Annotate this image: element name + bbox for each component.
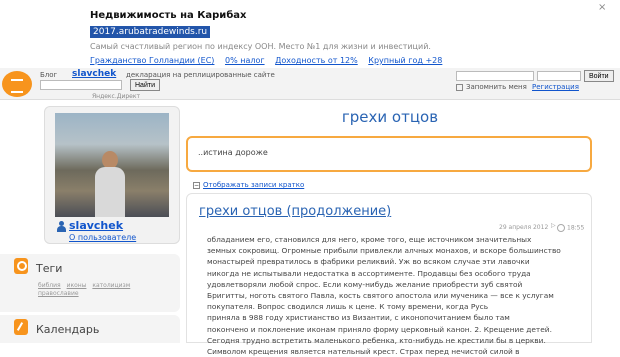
post-line: монастырей превратилось в фабрики реликв… <box>207 257 530 267</box>
collapse-icon[interactable]: − <box>193 181 200 189</box>
calendar-panel: Календарь <box>0 315 180 343</box>
epigraph-box: ..истина дороже <box>186 136 592 172</box>
expand-icon[interactable]: ▷ <box>551 222 556 229</box>
post-body: обладанием его, становился для него, кро… <box>207 234 583 357</box>
collapse-link[interactable]: Отображать записи кратко <box>203 181 304 189</box>
yandex-direct-label: Яндекс.Директ <box>92 93 140 100</box>
calendar-icon <box>14 319 28 335</box>
post-line: Бригитты, ноготь святого Павла, кость св… <box>207 291 554 301</box>
calendar-title: Календарь <box>36 323 100 336</box>
post-date: 29 апреля 2012 <box>499 224 549 231</box>
search-button[interactable]: Найти <box>130 79 160 91</box>
avatar-body <box>95 167 125 217</box>
login-input[interactable] <box>456 71 534 81</box>
remember-label: Запомнить меня <box>466 83 527 91</box>
remember-checkbox[interactable] <box>456 83 463 91</box>
post-line: Символом крещения является нательный кре… <box>207 347 520 357</box>
register-link[interactable]: Регистрация <box>532 83 579 91</box>
post-line: покончено и поклонение иконам приняло фо… <box>207 324 552 334</box>
ad-banner[interactable]: Недвижимость на Карибах 2017.arubatradew… <box>0 0 620 68</box>
ad-link[interactable]: Доходность от 12% <box>275 56 358 65</box>
tag-list: библия иконы католицизм православие <box>38 282 168 298</box>
ad-links: Гражданство Голландии (ЕС) 0% налог Дохо… <box>90 56 450 65</box>
user-icon <box>57 221 66 233</box>
avatar[interactable] <box>55 113 169 217</box>
site-logo-icon[interactable] <box>2 71 32 97</box>
tag-item[interactable]: библия <box>38 282 61 289</box>
blog-label: Блог <box>40 71 58 79</box>
epigraph-text: ..истина дороже <box>198 148 268 157</box>
post-line: обладанием его, становился для него, кро… <box>207 235 532 244</box>
ad-url[interactable]: 2017.arubatradewinds.ru <box>90 26 211 38</box>
post-line: приняла в 988 году христианство из Визан… <box>207 313 510 323</box>
page-title: грехи отцов <box>341 108 439 126</box>
post-line: удовлетворяли любой спрос. Если кому-ниб… <box>207 279 523 289</box>
tags-panel: Теги библия иконы католицизм православие <box>0 254 180 312</box>
author-link[interactable]: slavchek <box>72 69 116 79</box>
profile-card: slavchek О пользователе <box>44 106 180 244</box>
post-title[interactable]: грехи отцов (продолжение) <box>199 204 391 219</box>
tag-item[interactable]: католицизм <box>92 282 130 289</box>
declaration-text: декларация на реплицированные сайте <box>126 71 275 79</box>
about-user-link[interactable]: О пользователе <box>69 233 136 242</box>
collapse-toggle[interactable]: − Отображать записи кратко <box>193 181 304 189</box>
tag-item[interactable]: православие <box>38 290 79 297</box>
tag-icon <box>14 258 28 274</box>
ad-title[interactable]: Недвижимость на Карибах <box>90 10 247 21</box>
tags-title: Теги <box>36 262 63 275</box>
blog-post: грехи отцов (продолжение) 29 апреля 2012… <box>186 193 592 356</box>
post-time: 18:55 <box>557 224 584 232</box>
password-input[interactable] <box>537 71 581 81</box>
ad-link[interactable]: Крупный год +28 <box>368 56 442 65</box>
username-link[interactable]: slavchek <box>69 219 123 232</box>
ad-link[interactable]: Гражданство Голландии (ЕС) <box>90 56 214 65</box>
top-bar: Блог slavchek декларация на реплицирован… <box>0 68 620 100</box>
ad-description: Самый счастливый регион по индексу ООН. … <box>90 42 431 51</box>
post-line: Сегодня трудно встретить маленького ребе… <box>207 335 546 345</box>
search-input[interactable] <box>40 80 122 90</box>
login-button[interactable]: Войти <box>584 70 614 82</box>
post-line: покупателя. Вопрос сводился лишь к цене.… <box>207 302 489 312</box>
ad-link[interactable]: 0% налог <box>225 56 265 65</box>
close-icon[interactable]: × <box>598 2 606 13</box>
post-line: земных сокровищ. Огромные прибыли привле… <box>207 246 561 256</box>
post-line: никогда не испытывали недостатка в ассор… <box>207 268 531 278</box>
tag-item[interactable]: иконы <box>67 282 87 289</box>
remember-me[interactable]: Запомнить меня <box>456 83 527 91</box>
